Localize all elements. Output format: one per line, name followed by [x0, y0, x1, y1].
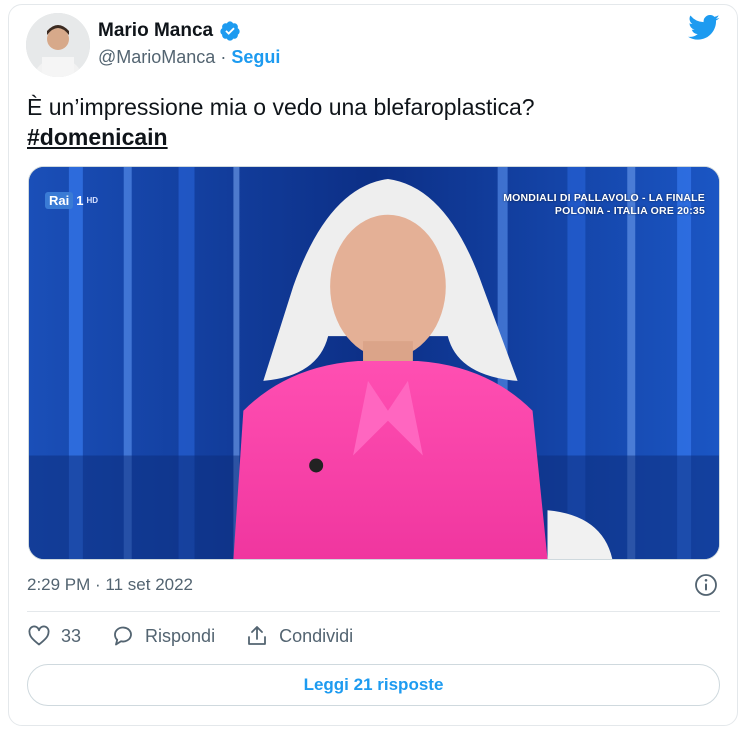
twitter-bird-icon[interactable]	[688, 14, 720, 42]
handle-separator: ·	[220, 47, 227, 67]
broadcast-overlay: MONDIALI DI PALLAVOLO - LA FINALE POLONI…	[503, 192, 705, 218]
info-icon[interactable]	[694, 573, 718, 597]
heart-icon	[28, 625, 50, 646]
follow-button[interactable]: Segui	[231, 47, 280, 68]
tweet-media[interactable]: Rai 1 HD MONDIALI DI PALLAVOLO - LA FINA…	[28, 166, 720, 560]
reply-label: Rispondi	[145, 625, 216, 646]
share-button[interactable]: Condividi	[245, 624, 353, 648]
tweet-timestamp[interactable]: 2:29 PM · 11 set 2022	[27, 575, 193, 595]
reply-button[interactable]: Rispondi	[111, 624, 215, 648]
verified-badge-icon	[220, 21, 240, 41]
channel-hd: HD	[86, 196, 99, 205]
action-bar: 33 Rispondi Condividi	[27, 624, 383, 648]
tweet-text: È un’impressione mia o vedo una blefarop…	[27, 92, 707, 152]
divider	[27, 611, 720, 612]
share-label: Condividi	[279, 625, 354, 646]
like-button[interactable]: 33	[27, 624, 81, 648]
avatar[interactable]	[26, 13, 90, 77]
hashtag-link[interactable]: #domenicain	[27, 122, 707, 152]
author-name[interactable]: Mario Manca	[98, 20, 213, 42]
rai-logo-text: Rai	[45, 192, 74, 209]
video-frame	[29, 167, 719, 559]
author-handle[interactable]: @MarioManca	[98, 47, 215, 68]
channel-number: 1	[76, 193, 84, 208]
reply-icon	[114, 626, 132, 646]
overlay-line-1: MONDIALI DI PALLAVOLO - LA FINALE	[503, 192, 705, 204]
read-replies-button[interactable]: Leggi 21 risposte	[27, 664, 720, 706]
like-count: 33	[61, 625, 82, 646]
channel-logo: Rai 1 HD	[45, 192, 98, 209]
overlay-line-2: POLONIA - ITALIA ORE 20:35	[554, 205, 705, 217]
tweet-body: È un’impressione mia o vedo una blefarop…	[27, 94, 535, 120]
share-icon	[248, 626, 266, 645]
